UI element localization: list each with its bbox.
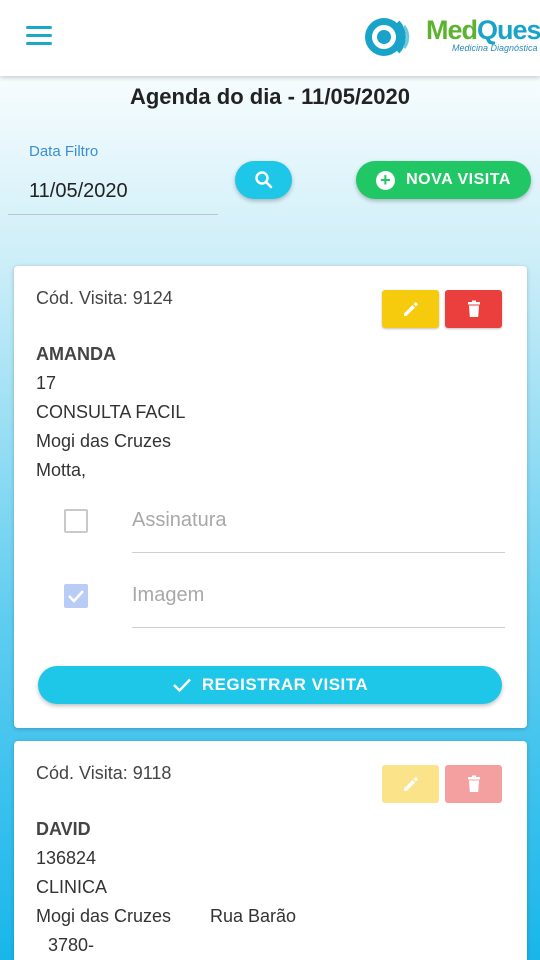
plus-circle-icon: + <box>376 170 396 190</box>
company-name: CONSULTA FACIL <box>36 402 186 422</box>
logo-quest-text: Quest <box>477 15 540 45</box>
patient-name: DAVID <box>36 819 91 839</box>
trash-icon <box>467 300 480 317</box>
logo-mark-icon <box>365 18 410 56</box>
edit-visit-button[interactable] <box>382 290 439 328</box>
image-check-row: Imagem <box>64 571 505 631</box>
pencil-icon <box>403 302 418 316</box>
menu-icon[interactable] <box>26 26 52 48</box>
date-filter-input[interactable] <box>8 168 218 215</box>
page-title: Agenda do dia - 11/05/2020 <box>129 84 410 109</box>
register-visit-button[interactable]: REGISTRAR VISITA <box>38 666 502 704</box>
city: Mogi das Cruzes <box>36 431 172 451</box>
image-label: Imagem <box>132 584 205 606</box>
register-visit-label: REGISTRAR VISITA <box>201 675 369 694</box>
visit-code: Cód. Visita: 9124 <box>36 288 173 308</box>
divider <box>132 627 505 628</box>
new-visit-label: NOVA VISITA <box>406 171 511 188</box>
image-checkbox[interactable] <box>64 584 88 608</box>
check-icon <box>68 590 84 603</box>
delete-visit-button[interactable] <box>445 765 502 803</box>
app-bar: MedQuest Medicina Diagnóstica <box>0 0 540 76</box>
visit-card: Cód. Visita: 9124 AMANDA 17 CONSULTA FAC… <box>14 266 527 728</box>
company-name: CLINICA <box>36 877 108 897</box>
patient-phone: 136824 <box>36 848 97 868</box>
logo-subtitle: Medicina Diagnóstica <box>452 43 538 53</box>
trash-icon <box>467 775 480 792</box>
edit-visit-button[interactable] <box>382 765 439 803</box>
search-button[interactable] <box>235 161 292 199</box>
patient-name: AMANDA <box>36 344 116 364</box>
new-visit-button[interactable]: + NOVA VISITA <box>356 161 531 199</box>
check-icon <box>172 678 191 693</box>
signature-checkbox[interactable] <box>64 509 88 533</box>
address: Motta, <box>36 460 87 480</box>
extra-info: 3780- <box>48 935 95 955</box>
search-icon <box>254 171 272 189</box>
signature-check-row: Assinatura <box>64 496 505 556</box>
medquest-logo: MedQuest Medicina Diagnóstica <box>362 12 540 62</box>
date-filter-label: Data Filtro <box>29 143 99 160</box>
city: Mogi das Cruzes <box>36 906 172 926</box>
delete-visit-button[interactable] <box>445 290 502 328</box>
divider <box>132 552 505 553</box>
logo-wordmark: MedQuest <box>426 15 540 46</box>
signature-label: Assinatura <box>132 509 227 531</box>
street: Rua Barão <box>210 906 297 926</box>
pencil-icon <box>403 777 418 791</box>
visit-card: Cód. Visita: 9118 DAVID 136824 CLINICA M… <box>14 741 527 960</box>
logo-med-text: Med <box>426 15 478 45</box>
visit-code: Cód. Visita: 9118 <box>36 763 172 783</box>
patient-phone: 17 <box>36 373 57 393</box>
